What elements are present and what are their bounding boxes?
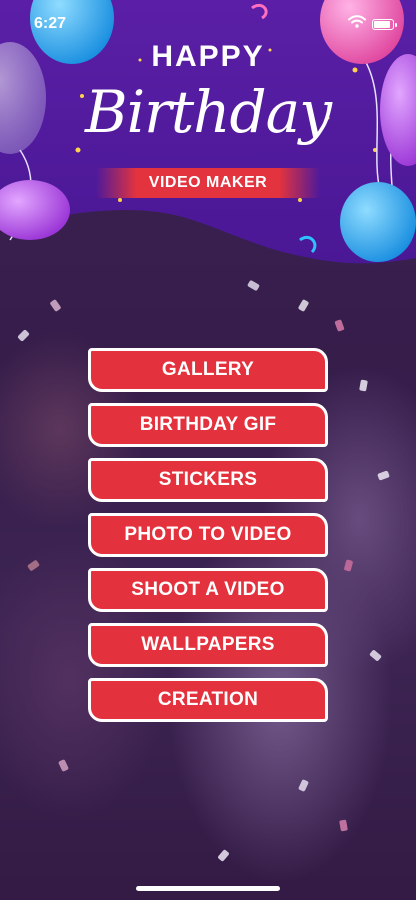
stickers-button[interactable]: STICKERS <box>88 458 328 502</box>
shoot-a-video-button[interactable]: SHOOT A VIDEO <box>88 568 328 612</box>
subtitle-ribbon: VIDEO MAKER <box>96 168 320 198</box>
main-menu: GALLERY BIRTHDAY GIF STICKERS PHOTO TO V… <box>88 348 328 733</box>
subtitle-video-maker: VIDEO MAKER <box>148 174 268 191</box>
title-happy: HAPPY <box>151 40 265 73</box>
battery-icon <box>372 18 397 30</box>
photo-to-video-button[interactable]: PHOTO TO VIDEO <box>88 513 328 557</box>
wallpapers-button[interactable]: WALLPAPERS <box>88 623 328 667</box>
app-screen: HAPPY Birthday VIDEO MAKER 6:27 GALLERY … <box>0 0 416 900</box>
gallery-button[interactable]: GALLERY <box>88 348 328 392</box>
battery-level <box>374 20 390 28</box>
status-icons <box>348 15 397 33</box>
wifi-icon <box>348 15 366 33</box>
home-indicator[interactable] <box>136 886 280 891</box>
header-banner: HAPPY Birthday VIDEO MAKER <box>0 0 416 270</box>
creation-button[interactable]: CREATION <box>88 678 328 722</box>
birthday-gif-button[interactable]: BIRTHDAY GIF <box>88 403 328 447</box>
title-birthday: Birthday <box>84 78 332 146</box>
status-time: 6:27 <box>34 15 67 32</box>
